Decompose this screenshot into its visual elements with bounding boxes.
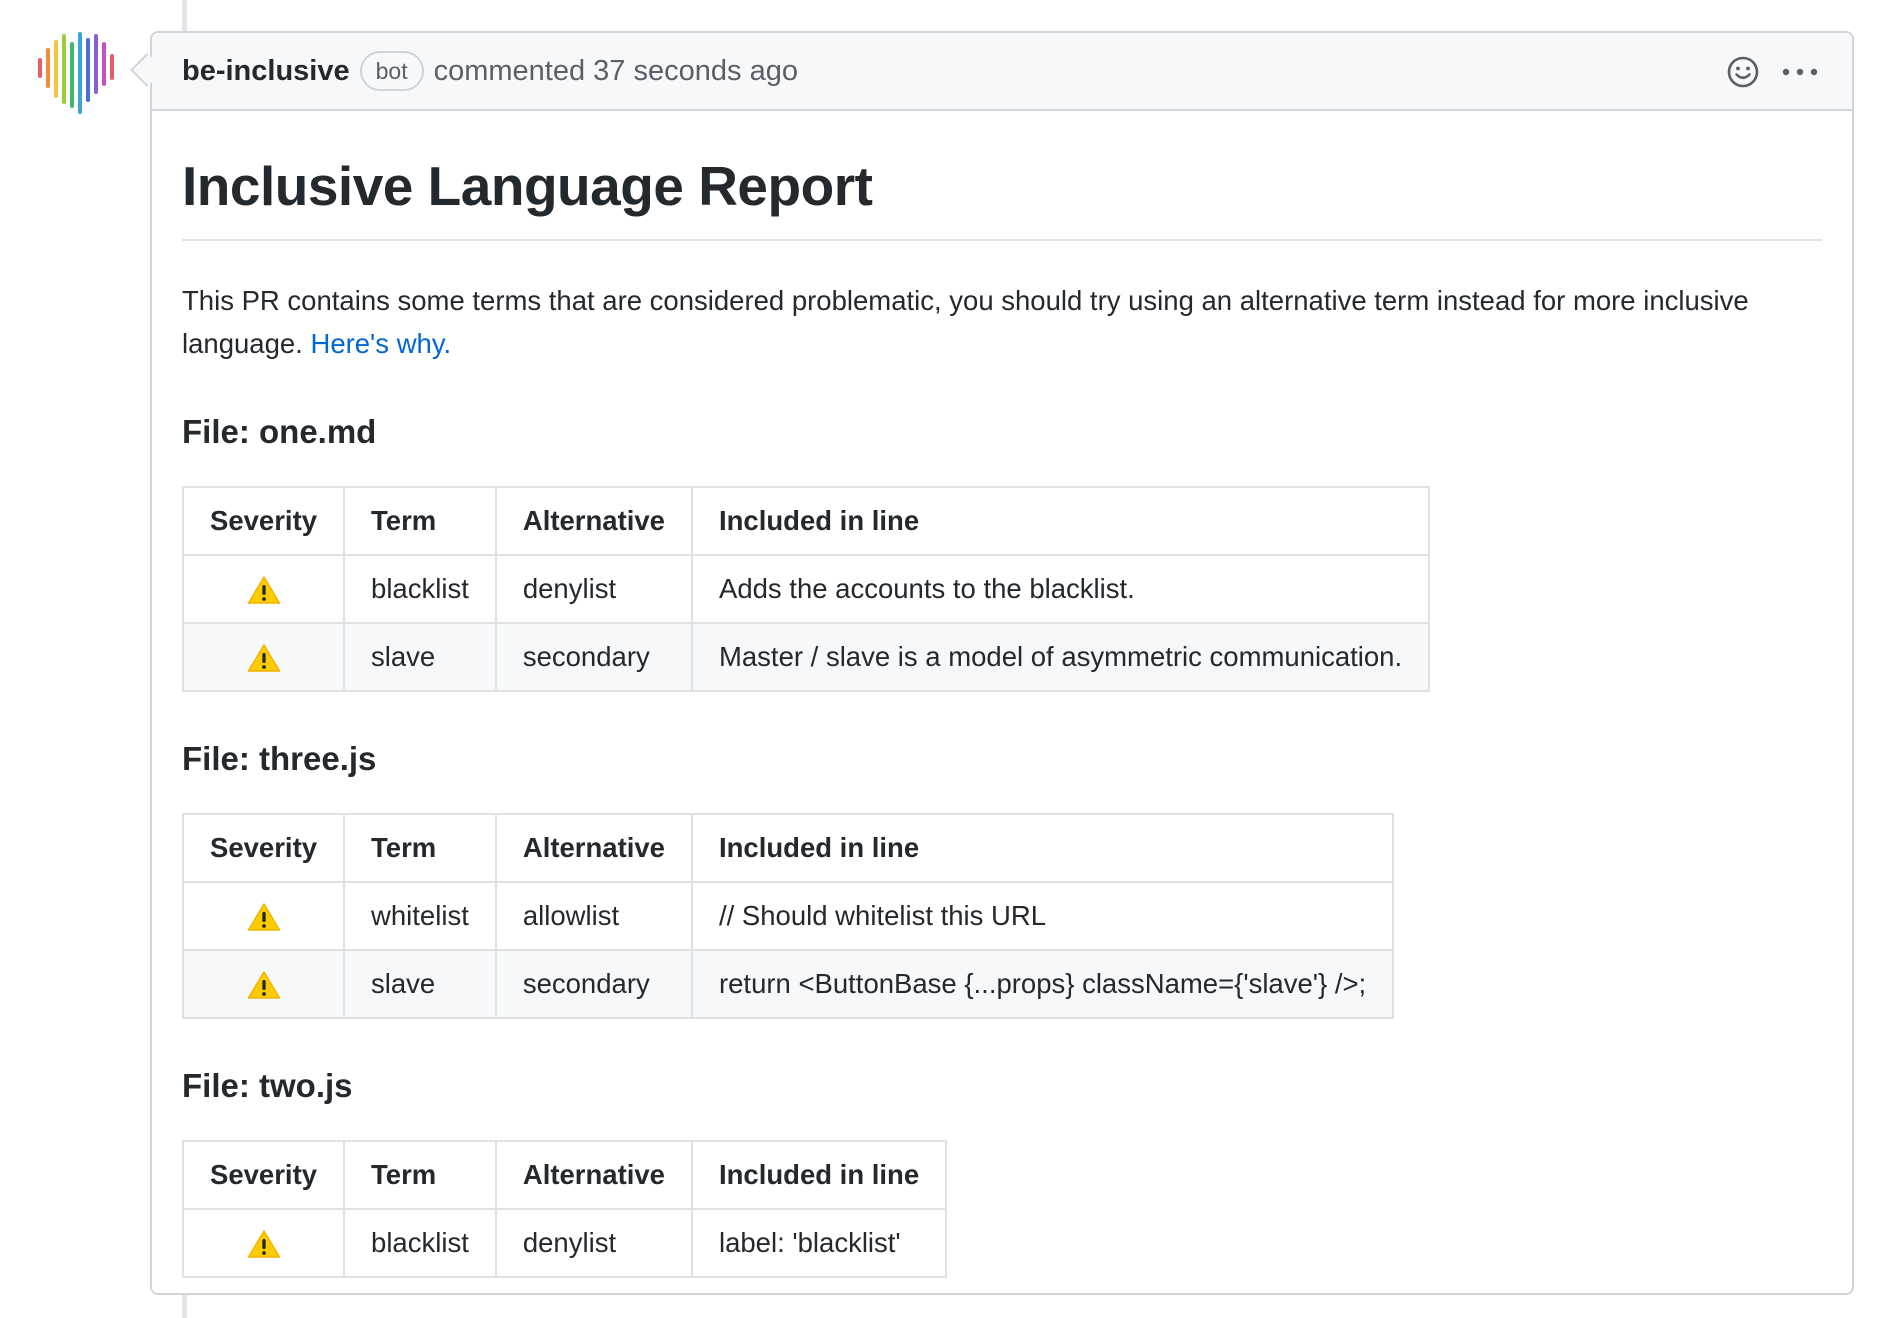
alternative-header: Alternative [494,813,693,883]
bot-badge: bot [359,51,424,91]
alternative-cell: secondary [494,622,693,692]
alternative-cell: denylist [494,554,693,624]
included-line-cell: // Should whitelist this URL [690,881,1395,951]
comment-header: be-inclusive bot commented 37 seconds ag… [152,33,1852,111]
table-row: blacklist denylist label: 'blacklist' [181,1208,948,1278]
severity-header: Severity [181,1140,346,1210]
term-cell: slave [343,622,497,692]
included-line-header: Included in line [690,486,1431,556]
table-header-row: Severity Term Alternative Included in line [181,1140,948,1210]
included-line-cell: label: 'blacklist' [690,1208,948,1278]
included-line-header: Included in line [690,813,1395,883]
severity-cell [181,881,346,951]
term-cell: whitelist [343,881,497,951]
severity-cell [181,554,346,624]
table-row: slave secondary Master / slave is a model … [181,622,1431,692]
alternative-cell: denylist [494,1208,693,1278]
file-reports: File: one.md Severity Term Alternative Inclu… [181,412,1822,1278]
table-row: whitelist allowlist// Should whitelist th… [181,881,1395,951]
severity-cell [181,1208,346,1278]
warning-icon [247,644,280,673]
table-row: blacklist denylist Adds the accounts to th… [181,554,1431,624]
included-line-cell: Adds the accounts to the blacklist. [690,554,1431,624]
kebab-horizontal-icon [1782,68,1818,76]
table-row: slave secondary return <ButtonBase {...pro… [181,949,1395,1019]
report-intro: This PR contains some terms that are con… [182,279,1822,365]
table-header-row: Severity Term Alternative Included in line [181,813,1395,883]
term-header: Term [343,1140,497,1210]
smiley-icon [1727,56,1759,88]
term-header: Term [343,486,497,556]
header-actions [1726,33,1818,111]
comment-card: be-inclusive bot commented 37 seconds ag… [150,31,1854,1295]
term-cell: blacklist [343,1208,497,1278]
warning-icon [247,1230,280,1259]
included-line-cell: return <ButtonBase {...props} className=… [690,949,1395,1019]
included-line-header: Included in line [690,1140,948,1210]
avatar[interactable] [36,28,122,114]
included-line-cell: Master / slave is a model of asymmetric … [690,622,1431,692]
term-header: Term [343,813,497,883]
term-cell: slave [343,949,497,1019]
terms-table: Severity Term Alternative Included in line w… [181,813,1395,1019]
alternative-header: Alternative [494,486,693,556]
terms-table: Severity Term Alternative Included in line b… [181,486,1431,692]
be-inclusive-logo-icon [38,32,114,114]
warning-icon [247,971,280,1000]
file-heading: File: one.md [182,413,377,450]
warning-icon [247,576,280,605]
alternative-cell: allowlist [494,881,693,951]
severity-cell [181,622,346,692]
severity-header: Severity [181,813,346,883]
alternative-header: Alternative [494,1140,693,1210]
more-options-button[interactable] [1782,67,1818,77]
add-reaction-button[interactable] [1726,55,1760,89]
term-cell: blacklist [343,554,497,624]
severity-header: Severity [181,486,346,556]
terms-table: Severity Term Alternative Included in line b… [181,1140,948,1278]
alternative-cell: secondary [494,949,693,1019]
author-name[interactable]: be-inclusive [182,55,350,88]
warning-icon [247,903,280,932]
severity-cell [181,949,346,1019]
comment-timestamp[interactable]: commented 37 seconds ago [434,55,798,88]
heres-why-link[interactable]: Here's why. [310,328,451,359]
file-heading: File: two.js [182,1067,353,1104]
comment-body: Inclusive Language Report This PR contai… [152,111,1852,1278]
report-title: Inclusive Language Report [182,129,1822,241]
table-header-row: Severity Term Alternative Included in line [181,486,1431,556]
file-heading: File: three.js [182,740,377,777]
